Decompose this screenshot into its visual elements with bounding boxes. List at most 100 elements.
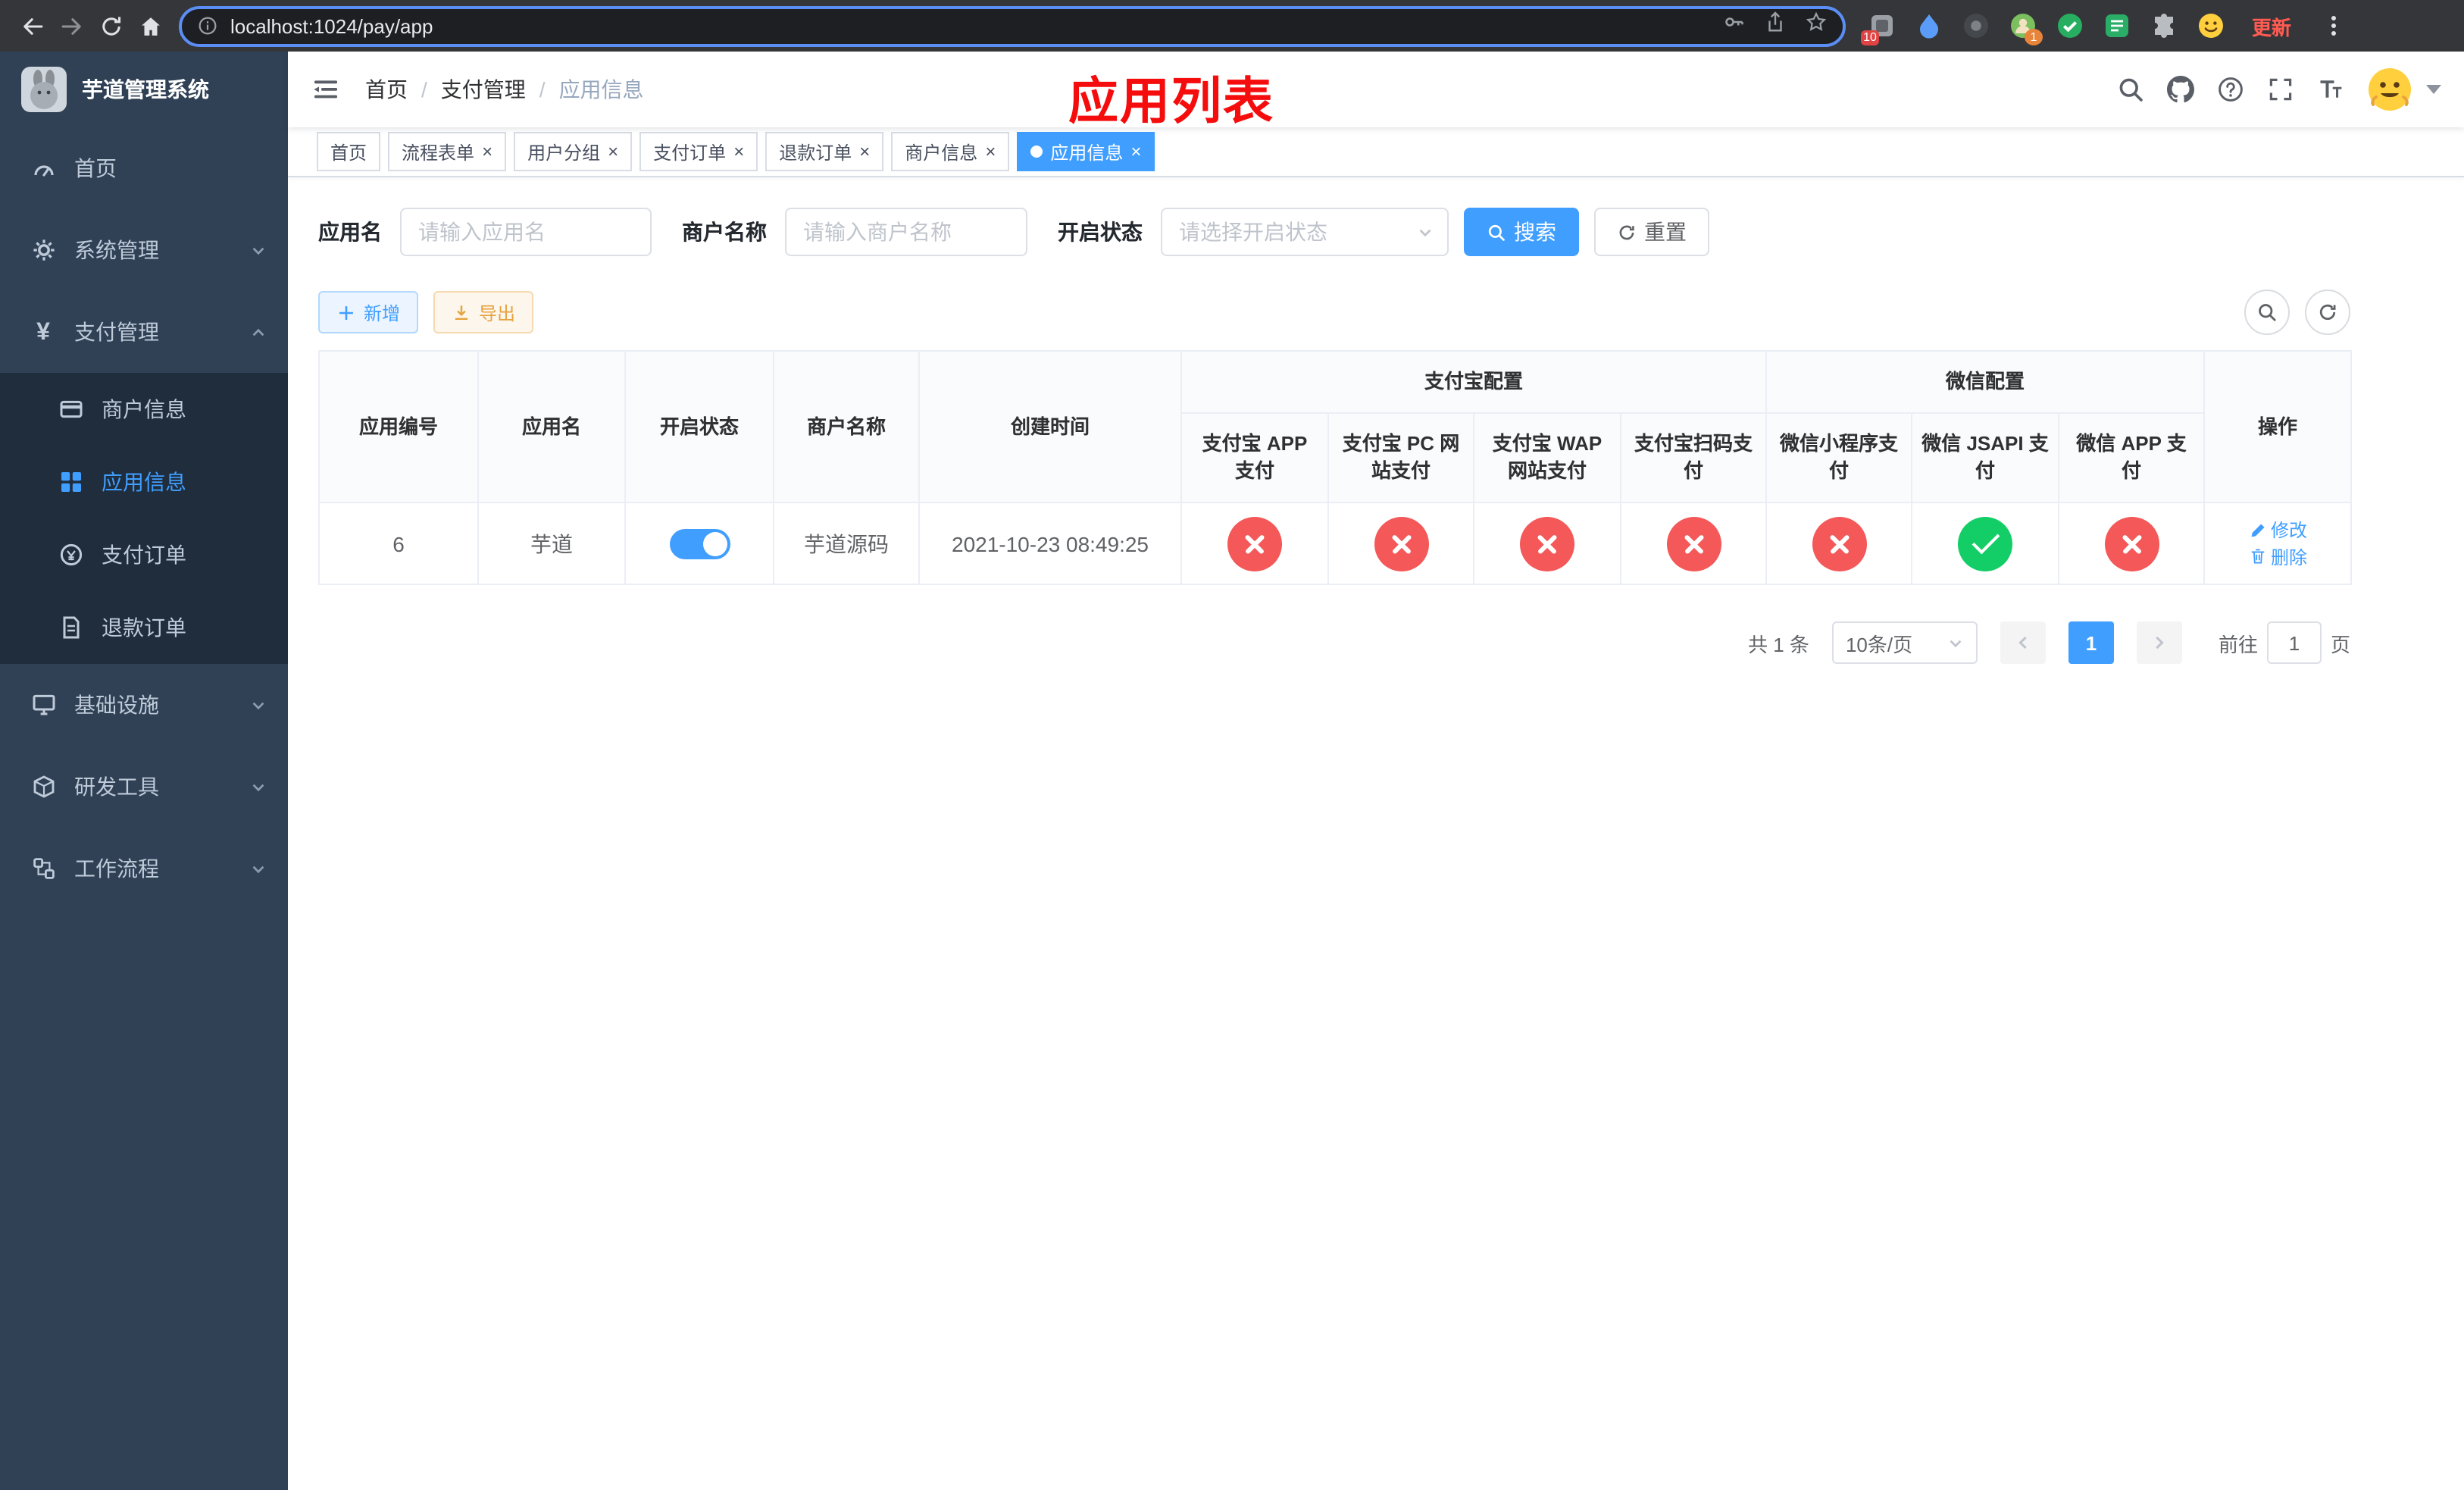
screen: localhost:1024/pay/app 10 1 更新 芋道管理系统 首页… (0, 0, 2464, 1490)
sidebar-item-pay-orders[interactable]: 支付订单 (0, 518, 288, 591)
top-navbar: 首页 / 支付管理 / 应用信息 (288, 52, 2464, 127)
alipay-pc-status-icon (1374, 516, 1428, 571)
add-button[interactable]: 新增 (318, 291, 419, 333)
user-avatar[interactable] (2367, 67, 2412, 112)
add-button-label: 新增 (364, 302, 401, 324)
tab-home[interactable]: 首页 (317, 132, 381, 171)
reset-button[interactable]: 重置 (1594, 208, 1709, 256)
export-button-label: 导出 (479, 302, 516, 324)
bookmark-star-icon[interactable] (1805, 11, 1828, 41)
back-icon[interactable] (12, 6, 52, 45)
cell-created: 2021-10-23 08:49:25 (918, 502, 1182, 585)
breadcrumb-home[interactable]: 首页 (365, 74, 408, 105)
avatar-caret-icon[interactable] (2426, 85, 2441, 94)
drop-extension-icon[interactable] (1914, 11, 1943, 40)
status-toggle[interactable] (669, 528, 730, 559)
cell-actions: 修改 删除 (2203, 502, 2353, 585)
hamburger-icon[interactable] (311, 74, 341, 105)
close-icon[interactable]: × (859, 142, 870, 161)
check-circle-extension-icon[interactable] (2055, 11, 2084, 40)
page-content: 应用名 商户名称 开启状态 请选择开启状态 搜索 (288, 177, 2464, 1490)
password-key-icon[interactable] (1723, 11, 1746, 41)
share-icon[interactable] (1764, 11, 1787, 41)
browser-update-button[interactable]: 更新 (2252, 11, 2291, 40)
col-group-alipay: 支付宝配置 (1180, 350, 1768, 414)
edit-button[interactable]: 修改 (2248, 517, 2307, 543)
chat-extension-icon[interactable] (2102, 11, 2131, 40)
forward-icon[interactable] (52, 6, 91, 45)
search-button[interactable]: 搜索 (1464, 208, 1579, 256)
prev-page-button[interactable] (2000, 621, 2046, 664)
col-header-alipay-pc: 支付宝 PC 网站支付 (1327, 412, 1474, 503)
monitor-icon (30, 692, 56, 718)
refresh-icon (1619, 224, 1634, 239)
search-button-label: 搜索 (1514, 220, 1556, 244)
sidebar-item-payment[interactable]: ¥ 支付管理 (0, 291, 288, 373)
payment-submenu: 商户信息 应用信息 支付订单 退款订单 (0, 373, 288, 664)
current-page-button[interactable]: 1 (2068, 621, 2114, 664)
close-icon[interactable]: × (1130, 142, 1141, 161)
emoji-extension-icon[interactable] (2196, 11, 2225, 40)
col-header-app-name: 应用名 (477, 350, 626, 503)
home-icon[interactable] (130, 6, 170, 45)
puzzle-extension-icon[interactable] (2149, 11, 2178, 40)
close-icon[interactable]: × (733, 142, 744, 161)
font-size-icon[interactable] (2317, 76, 2344, 103)
tab-pay-orders[interactable]: 支付订单 × (639, 132, 758, 171)
site-info-icon[interactable] (197, 15, 218, 36)
sidebar-item-merchant-info[interactable]: 商户信息 (0, 373, 288, 446)
gear-icon (30, 237, 56, 263)
refresh-table-button[interactable] (2305, 290, 2350, 335)
tab-app-info[interactable]: 应用信息 × (1017, 132, 1155, 171)
url-text[interactable]: localhost:1024/pay/app (230, 14, 1723, 37)
close-icon[interactable]: × (608, 142, 618, 161)
trash-icon (2250, 549, 2264, 564)
delete-button[interactable]: 删除 (2248, 543, 2307, 569)
chevron-down-icon (250, 696, 267, 713)
pinned-extension-icon[interactable]: 10 (1861, 11, 1896, 45)
dark-circle-extension-icon[interactable] (1961, 11, 1990, 40)
app-logo[interactable]: 芋道管理系统 (0, 52, 288, 127)
page-size-select[interactable]: 10条/页 (1831, 621, 1978, 664)
avatar-extension-icon[interactable]: 1 (2008, 11, 2043, 45)
tab-refund-orders[interactable]: 退款订单 × (765, 132, 884, 171)
close-icon[interactable]: × (985, 142, 996, 161)
sidebar-item-refund-orders[interactable]: 退款订单 (0, 591, 288, 664)
sidebar-item-workflow[interactable]: 工作流程 (0, 828, 288, 909)
browser-menu-icon[interactable] (2322, 14, 2346, 38)
breadcrumb-payment[interactable]: 支付管理 (441, 74, 526, 105)
sidebar-item-system[interactable]: 系统管理 (0, 209, 288, 291)
header-search-icon[interactable] (2117, 76, 2144, 103)
sidebar-item-home[interactable]: 首页 (0, 127, 288, 209)
export-button[interactable]: 导出 (433, 291, 534, 333)
merchant-name-input[interactable] (785, 208, 1027, 256)
search-icon (2259, 304, 2276, 321)
fullscreen-icon[interactable] (2267, 76, 2294, 103)
sidebar-item-dev-tools[interactable]: 研发工具 (0, 746, 288, 828)
app-title: 芋道管理系统 (82, 77, 209, 102)
github-icon[interactable] (2167, 76, 2194, 103)
table-row: 6 芋道 芋道源码 2021-10-23 08:49:25 修改 删除 (318, 502, 2353, 585)
edit-icon (2250, 523, 2264, 537)
tab-user-group[interactable]: 用户分组 × (514, 132, 633, 171)
address-bar[interactable]: localhost:1024/pay/app (179, 5, 1846, 46)
next-page-button[interactable] (2136, 621, 2182, 664)
status-select[interactable]: 请选择开启状态 (1161, 208, 1449, 256)
sidebar-item-app-info[interactable]: 应用信息 (0, 446, 288, 518)
close-icon[interactable]: × (482, 142, 492, 161)
breadcrumb: 首页 / 支付管理 / 应用信息 (365, 74, 644, 105)
alipay-app-status-icon (1227, 516, 1282, 571)
chevron-right-icon (2156, 636, 2164, 650)
app-name-label: 应用名 (318, 220, 382, 244)
reload-icon[interactable] (91, 6, 130, 45)
show-search-button[interactable] (2244, 290, 2290, 335)
goto-page-input[interactable] (2266, 621, 2322, 664)
tab-merchant-info[interactable]: 商户信息 × (891, 132, 1010, 171)
cell-app-name: 芋道 (477, 502, 626, 585)
help-icon[interactable] (2217, 76, 2244, 103)
sidebar: 芋道管理系统 首页 系统管理 ¥ 支付管理 商户信息 应用信息 支付订单 退款订… (0, 52, 288, 1490)
sidebar-item-infrastructure[interactable]: 基础设施 (0, 664, 288, 746)
tab-process-form[interactable]: 流程表单 × (388, 132, 507, 171)
app-name-input[interactable] (400, 208, 652, 256)
col-header-merchant: 商户名称 (773, 350, 920, 503)
